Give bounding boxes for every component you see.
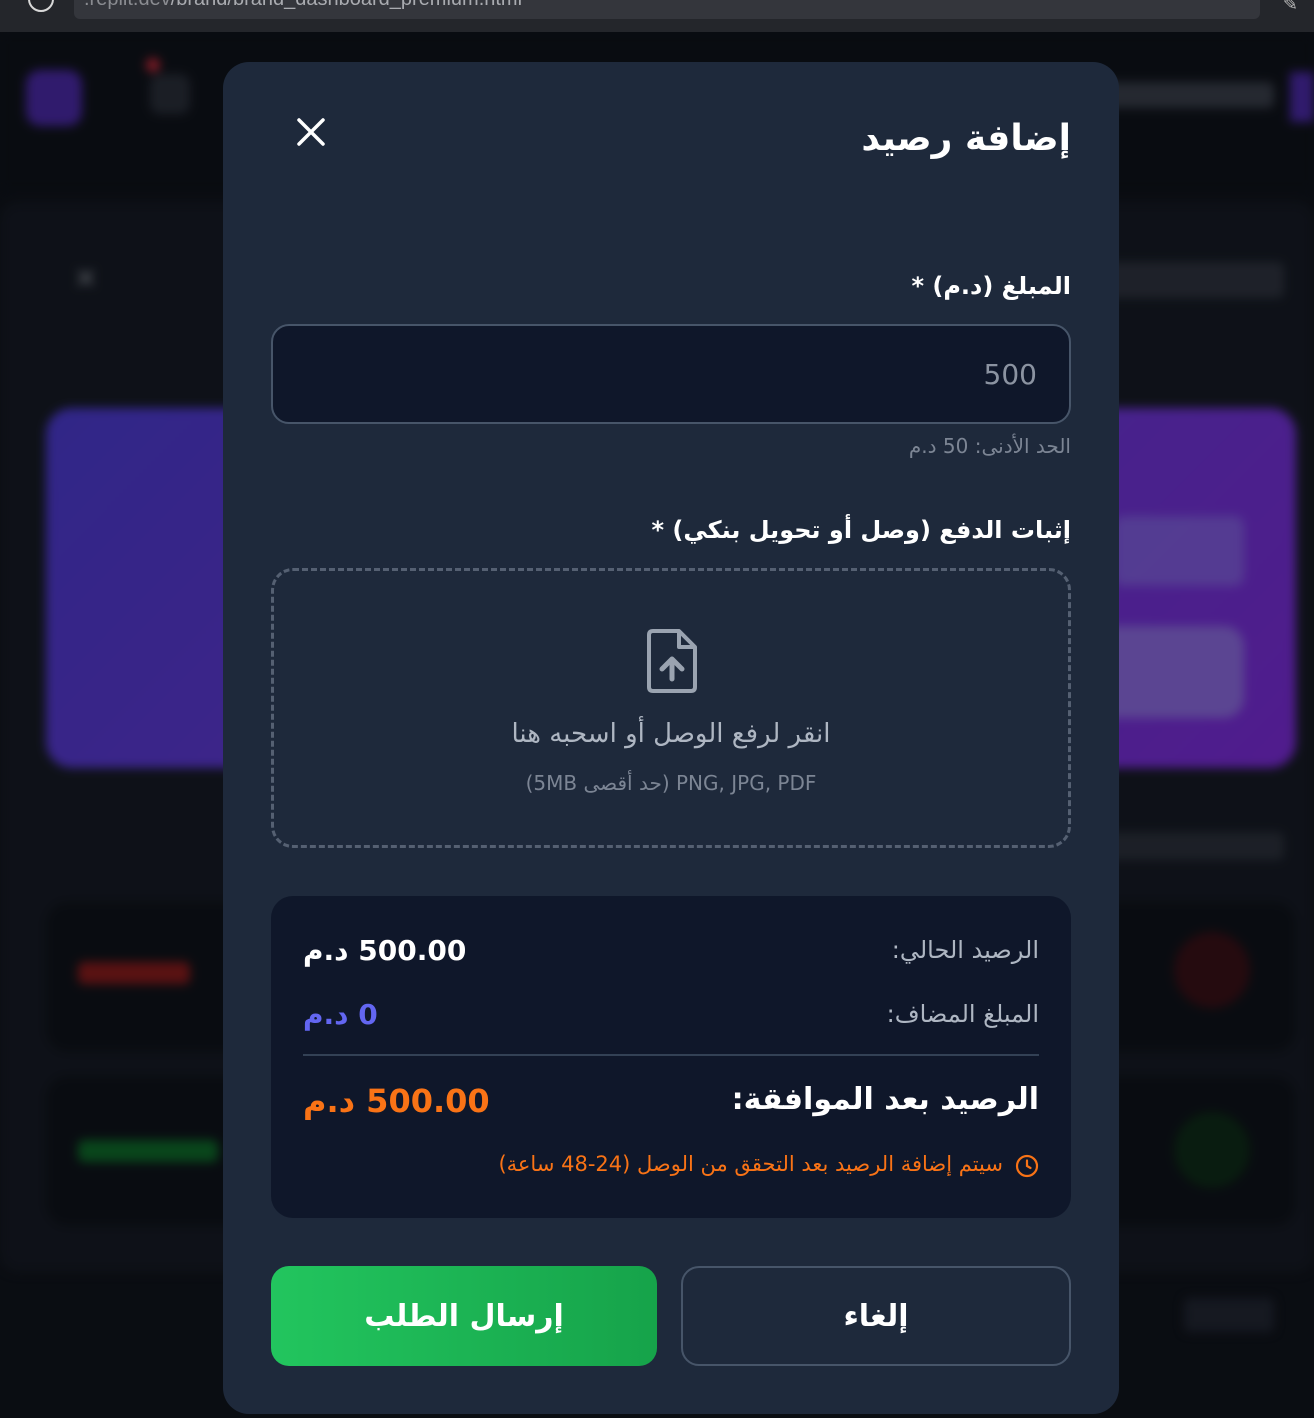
added-amount-value: 0 د.م: [303, 998, 378, 1031]
address-bar[interactable]: .replit.dev/brand/brand_dashboard_premiu…: [74, 0, 1260, 19]
browser-toolbar: .replit.dev/brand/brand_dashboard_premiu…: [0, 0, 1314, 32]
balance-summary: الرصيد الحالي: 500.00 د.م المبلغ المضاف:…: [271, 896, 1071, 1218]
clock-icon: [1015, 1154, 1039, 1178]
balance-after-approval-label: الرصيد بعد الموافقة:: [731, 1082, 1039, 1117]
file-upload-icon: [645, 629, 699, 693]
dropzone-subtext: PNG, JPG, PDF (حد أقصى 5MB): [525, 771, 817, 795]
cancel-button[interactable]: إلغاء: [681, 1266, 1071, 1366]
url-host: .replit.dev: [84, 0, 171, 10]
reload-icon[interactable]: [28, 0, 54, 12]
close-icon[interactable]: [293, 114, 329, 150]
summary-divider: [303, 1054, 1039, 1056]
current-balance-value: 500.00 د.م: [303, 934, 467, 967]
url-text: .replit.dev/brand/brand_dashboard_premiu…: [84, 0, 522, 11]
modal-title: إضافة رصيد: [861, 118, 1071, 159]
file-dropzone[interactable]: انقر لرفع الوصل أو اسحبه هنا PNG, JPG, P…: [271, 568, 1071, 848]
amount-hint: الحد الأدنى: 50 د.م: [908, 434, 1071, 458]
edit-icon[interactable]: ✎: [1283, 0, 1298, 15]
submit-request-button[interactable]: إرسال الطلب: [271, 1266, 657, 1366]
balance-after-approval-value: 500.00 د.م: [303, 1082, 490, 1120]
url-path: /brand/brand_dashboard_premium.html: [171, 0, 522, 10]
amount-label: المبلغ (د.م) *: [911, 272, 1071, 300]
dropzone-text: انقر لرفع الوصل أو اسحبه هنا: [511, 719, 831, 749]
added-amount-label: المبلغ المضاف:: [886, 1000, 1039, 1028]
verification-note: سيتم إضافة الرصيد بعد التحقق من الوصل (2…: [498, 1152, 1003, 1176]
current-balance-label: الرصيد الحالي:: [891, 936, 1039, 964]
amount-input[interactable]: [271, 324, 1071, 424]
payment-proof-label: إثبات الدفع (وصل أو تحويل بنكي) *: [651, 516, 1071, 544]
add-balance-modal: إضافة رصيد المبلغ (د.م) * الحد الأدنى: 5…: [223, 62, 1119, 1414]
